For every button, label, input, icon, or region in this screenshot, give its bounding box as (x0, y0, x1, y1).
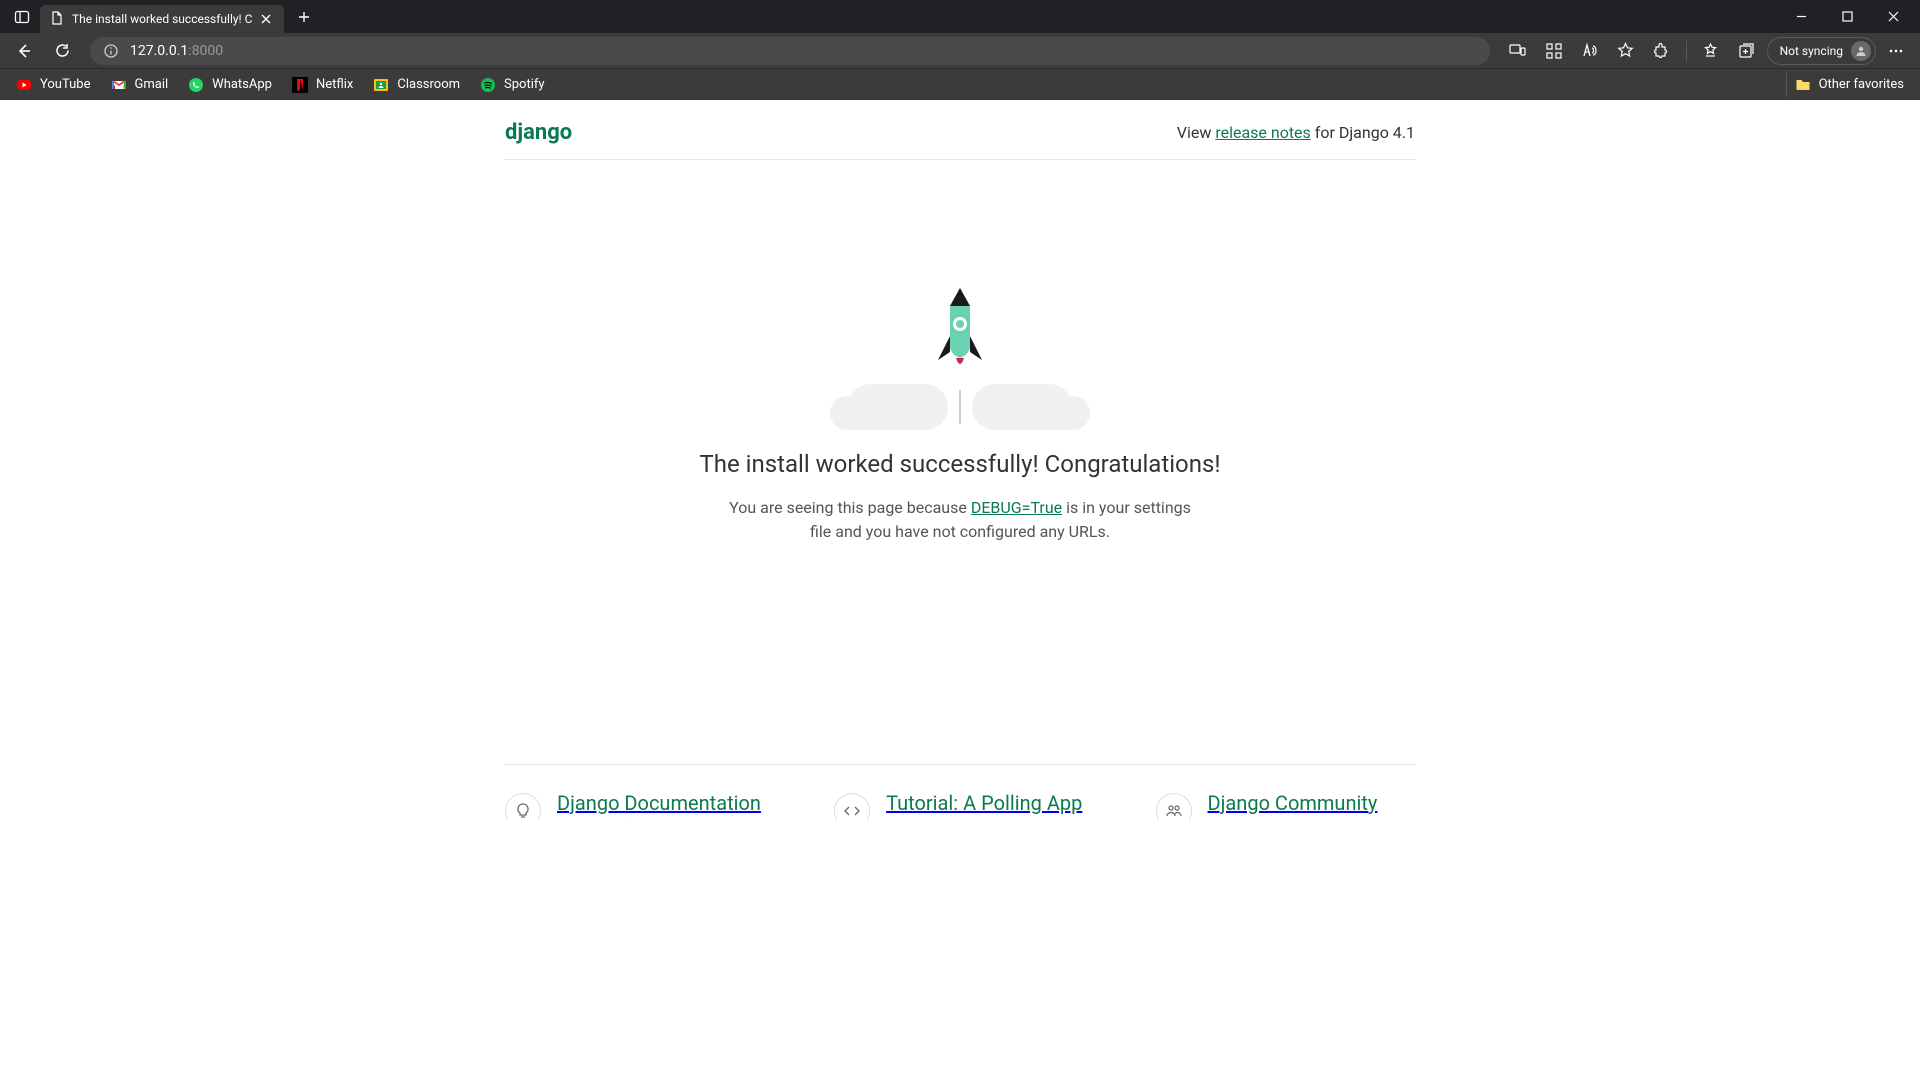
whatsapp-icon (188, 77, 204, 93)
bookmarks-bar: YouTube Gmail WhatsApp Netflix Classroom… (0, 68, 1920, 100)
panel-toggle[interactable] (10, 5, 34, 29)
puzzle-icon (1653, 42, 1670, 59)
people-icon (1156, 793, 1192, 820)
star-icon (1617, 42, 1634, 59)
link-title: Django Community (1208, 791, 1415, 815)
device-button[interactable] (1502, 35, 1534, 67)
bookmark-youtube[interactable]: YouTube (8, 73, 99, 97)
minimize-button[interactable] (1778, 0, 1824, 33)
bookmark-label: Classroom (397, 77, 460, 92)
bookmark-label: YouTube (40, 77, 91, 92)
community-link[interactable]: Django Community Connect, get help, or c… (1156, 791, 1415, 820)
dots-icon (1888, 43, 1904, 59)
collections-icon (1738, 42, 1755, 59)
new-tab-button[interactable] (290, 3, 318, 31)
link-title: Tutorial: A Polling App (886, 791, 1082, 815)
extensions-button[interactable] (1646, 35, 1678, 67)
link-title: Django Documentation (557, 791, 761, 815)
settings-menu-button[interactable] (1880, 35, 1912, 67)
bookmark-label: Spotify (504, 77, 545, 92)
collections-button[interactable] (1731, 35, 1763, 67)
plus-icon (298, 11, 310, 23)
debug-link[interactable]: DEBUG=True (971, 498, 1062, 517)
page-viewport: django View release notes for Django 4.1 (0, 100, 1920, 820)
read-aloud-icon (1581, 42, 1598, 59)
url-host: 127.0.0.1 (130, 43, 188, 59)
bookmark-classroom[interactable]: Classroom (365, 73, 468, 97)
youtube-icon (16, 77, 32, 93)
maximize-button[interactable] (1824, 0, 1870, 33)
rocket-icon (935, 288, 985, 380)
window-controls (1778, 0, 1916, 33)
folder-icon (1795, 77, 1811, 93)
rocket-illustration (830, 290, 1090, 430)
info-icon (104, 44, 118, 58)
bookmark-label: WhatsApp (212, 77, 272, 92)
avatar-icon (1851, 41, 1871, 61)
arrow-left-icon (15, 42, 33, 60)
profile-sync-button[interactable]: Not syncing (1767, 37, 1876, 65)
address-bar[interactable]: 127.0.0.1:8000 (90, 37, 1490, 65)
browser-tab[interactable]: The install worked successfully! C (40, 5, 284, 33)
qr-icon (1546, 43, 1562, 59)
bookmark-whatsapp[interactable]: WhatsApp (180, 73, 280, 97)
other-favorites-label: Other favorites (1819, 77, 1904, 92)
bookmark-gmail[interactable]: Gmail (103, 73, 177, 97)
code-icon (834, 793, 870, 820)
close-icon (261, 14, 271, 24)
favorite-button[interactable] (1610, 35, 1642, 67)
gmail-icon (111, 77, 127, 93)
release-notes-link[interactable]: release notes (1215, 123, 1310, 142)
refresh-icon (54, 42, 71, 59)
django-logo: django (505, 120, 572, 145)
footer-links: Django Documentation Topics, references,… (505, 764, 1415, 820)
link-desc: Get started with Django (886, 817, 1082, 820)
read-aloud-button[interactable] (1574, 35, 1606, 67)
django-header: django View release notes for Django 4.1 (505, 120, 1415, 160)
headline: The install worked successfully! Congrat… (505, 450, 1415, 478)
hero-section: The install worked successfully! Congrat… (505, 290, 1415, 544)
netflix-icon (292, 77, 308, 93)
spotify-icon (480, 77, 496, 93)
tab-title: The install worked successfully! C (72, 12, 252, 26)
close-window-button[interactable] (1870, 0, 1916, 33)
subheadline: You are seeing this page because DEBUG=T… (720, 496, 1200, 544)
site-info-button[interactable] (102, 42, 120, 60)
tab-close-button[interactable] (258, 11, 274, 27)
url-port: :8000 (188, 43, 223, 59)
favorites-list-button[interactable] (1695, 35, 1727, 67)
desktop-icon (1509, 42, 1526, 59)
browser-title-bar: The install worked successfully! C (0, 0, 1920, 33)
release-notes-text: View release notes for Django 4.1 (1177, 123, 1415, 142)
lightbulb-icon (505, 793, 541, 820)
link-desc: Topics, references, & how-to's (557, 817, 761, 820)
bookmark-netflix[interactable]: Netflix (284, 73, 361, 97)
sync-label: Not syncing (1780, 44, 1843, 58)
link-desc: Connect, get help, or contribute (1208, 817, 1415, 820)
refresh-button[interactable] (46, 35, 78, 67)
close-icon (1888, 11, 1899, 22)
bookmark-label: Netflix (316, 77, 353, 92)
back-button[interactable] (8, 35, 40, 67)
bookmark-spotify[interactable]: Spotify (472, 73, 553, 97)
file-icon (50, 11, 64, 28)
other-favorites-button[interactable]: Other favorites (1786, 73, 1912, 97)
bookmark-label: Gmail (135, 77, 169, 92)
minimize-icon (1796, 11, 1807, 22)
star-list-icon (1702, 42, 1719, 59)
browser-toolbar: 127.0.0.1:8000 Not syncing (0, 33, 1920, 68)
classroom-icon (373, 77, 389, 93)
tutorial-link[interactable]: Tutorial: A Polling App Get started with… (834, 791, 1082, 820)
documentation-link[interactable]: Django Documentation Topics, references,… (505, 791, 761, 820)
maximize-icon (1842, 11, 1853, 22)
panel-icon (14, 9, 30, 25)
qr-button[interactable] (1538, 35, 1570, 67)
